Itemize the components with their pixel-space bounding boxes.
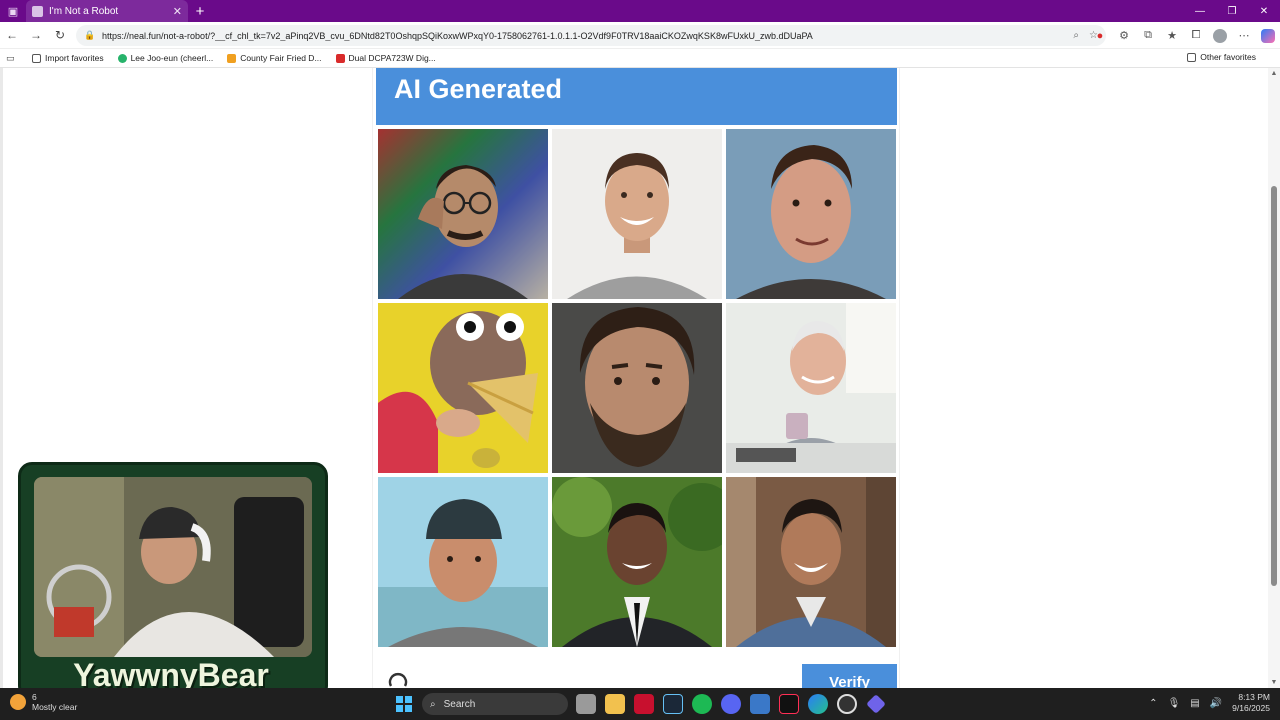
page-scrollbar[interactable]: ▲ ▼ [1268, 68, 1280, 688]
favorite-lee-joo-eun[interactable]: Lee Joo-eun (cheerl... [117, 53, 213, 63]
captcha-header: AI Generated [376, 68, 897, 125]
weather-temp: 6 [32, 692, 37, 702]
webcam-overlay: YawwnyBear [18, 462, 328, 700]
tile-smiling-man[interactable] [552, 129, 722, 299]
restore-icon[interactable]: ❐ [1216, 0, 1248, 22]
weather-sun-icon [10, 694, 26, 710]
favorite-dual-dcpa[interactable]: Dual DCPA723W Dig... [335, 53, 436, 63]
sidebar-toggle-icon[interactable]: ▭ [6, 53, 18, 64]
captcha-heading: AI Generated [394, 74, 563, 104]
webcam-feed [34, 477, 312, 657]
weather-widget[interactable]: 6 Mostly clear [10, 692, 77, 712]
favorites-bar: ▭ Import favorites Lee Joo-eun (cheerl..… [0, 49, 1280, 68]
forward-button[interactable]: → [24, 23, 48, 47]
zoom-icon[interactable]: ⌕ [1073, 30, 1079, 41]
address-bar: ← → ↻ 🔒 https://neal.fun/not-a-robot/?__… [0, 22, 1280, 49]
url-field[interactable]: 🔒 https://neal.fun/not-a-robot/?__cf_chl… [76, 25, 1106, 46]
collections-icon[interactable]: ⧠ [1184, 29, 1208, 42]
tile-old-man-mug[interactable] [726, 303, 896, 473]
tile-man-denim[interactable] [726, 477, 896, 647]
title-bar: ▣ I'm Not a Robot ✕ + — ❐ ✕ [0, 0, 1280, 22]
tile-bearded-man[interactable] [552, 303, 722, 473]
copilot-icon[interactable] [1261, 28, 1275, 43]
discord-icon[interactable] [721, 694, 741, 714]
tab-title: I'm Not a Robot [49, 5, 119, 17]
search-label: Search [443, 698, 476, 710]
scroll-down-icon[interactable]: ▼ [1268, 679, 1280, 686]
profile-avatar[interactable] [1213, 28, 1227, 43]
favicon-icon [335, 53, 345, 63]
minimize-icon[interactable]: — [1184, 0, 1216, 22]
toolbar-right: ● ⚙ ⧉ ★ ⧠ ⋯ [1088, 22, 1280, 49]
clock-date: 9/16/2025 [1232, 703, 1270, 713]
favorites-icon[interactable]: ★ [1160, 29, 1184, 42]
taskbar-search[interactable]: ⌕ Search [422, 693, 568, 715]
new-tab-button[interactable]: + [188, 0, 212, 22]
verify-button[interactable]: Verify [802, 664, 897, 688]
more-menu-icon[interactable]: ⋯ [1232, 29, 1256, 42]
tab-close-icon[interactable]: ✕ [173, 5, 182, 18]
weather-text: Mostly clear [32, 702, 78, 712]
tab-actions-icon[interactable]: ▣ [0, 0, 26, 22]
tray-overflow-icon[interactable]: ⌃ [1149, 698, 1157, 709]
tile-man-glasses[interactable] [378, 129, 548, 299]
app-red-icon[interactable] [634, 694, 654, 714]
reload-icon[interactable] [387, 672, 409, 688]
tab-favicon-icon [32, 5, 43, 17]
windows-logo-icon [396, 696, 403, 703]
tiktok-icon[interactable] [779, 694, 799, 714]
file-explorer-icon[interactable] [605, 694, 625, 714]
favorite-county-fair[interactable]: County Fair Fried D... [227, 53, 322, 63]
scroll-up-icon[interactable]: ▲ [1268, 70, 1280, 77]
other-favorites[interactable]: Other favorites [1187, 52, 1256, 62]
clock-time: 8:13 PM [1238, 692, 1270, 702]
edge-icon[interactable] [808, 694, 828, 714]
clock[interactable]: 8:13 PM 9/16/2025 [1232, 692, 1270, 714]
image-grid [378, 129, 896, 647]
network-icon[interactable]: ▤ [1190, 698, 1199, 709]
spotify-icon[interactable] [692, 694, 712, 714]
tab-active[interactable]: I'm Not a Robot ✕ [26, 0, 188, 22]
captcha-panel: AI Generated Verify [372, 68, 900, 688]
left-edge [0, 68, 3, 688]
microphone-icon[interactable]: 🎙 [1168, 698, 1181, 709]
tile-man-suit[interactable] [552, 477, 722, 647]
tile-man-portrait[interactable] [726, 129, 896, 299]
search-icon: ⌕ [430, 698, 436, 710]
app-badge-icon[interactable] [750, 694, 770, 714]
url-text: https://neal.fun/not-a-robot/?__cf_chl_t… [102, 30, 813, 41]
favicon-icon [227, 53, 237, 63]
refresh-button[interactable]: ↻ [48, 23, 72, 47]
close-window-icon[interactable]: ✕ [1248, 0, 1280, 22]
app-diamond-icon[interactable] [866, 694, 886, 714]
pinned-apps [576, 694, 895, 714]
favicon-icon [117, 53, 127, 63]
start-button[interactable] [396, 696, 412, 712]
tile-man-cap-beach[interactable] [378, 477, 548, 647]
volume-icon[interactable]: 🔊 [1210, 698, 1222, 709]
folder-icon [1187, 52, 1197, 62]
lock-icon[interactable]: 🔒 [84, 30, 95, 41]
back-button[interactable]: ← [0, 23, 24, 47]
steam-icon[interactable] [663, 694, 683, 714]
window-controls: — ❐ ✕ [1184, 0, 1280, 22]
task-view-icon[interactable] [576, 694, 596, 714]
taskbar: 6 Mostly clear ⌕ Search ⌃ 🎙 ▤ 🔊 8:13 PM … [0, 688, 1280, 720]
tile-googly-eyes-taco[interactable] [378, 303, 548, 473]
import-icon [32, 53, 41, 63]
split-screen-icon[interactable]: ⧉ [1136, 29, 1160, 42]
favorite-import[interactable]: Import favorites [32, 53, 104, 63]
system-tray: ⌃ 🎙 ▤ 🔊 8:13 PM 9/16/2025 [1149, 692, 1270, 714]
extensions-icon[interactable]: ⚙ [1112, 29, 1136, 42]
extension-red-icon[interactable]: ● [1088, 30, 1112, 42]
obs-icon[interactable] [837, 694, 857, 714]
scrollbar-thumb[interactable] [1271, 186, 1277, 586]
